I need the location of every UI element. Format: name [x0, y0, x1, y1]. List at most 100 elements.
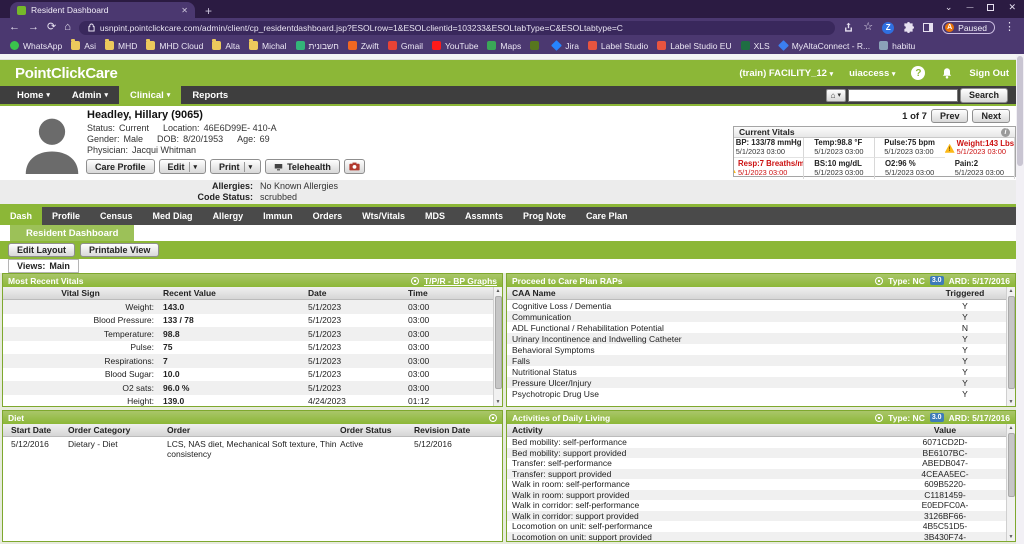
bookmark-item[interactable]: Maps — [487, 41, 521, 51]
browser-tab[interactable]: Resident Dashboard ✕ — [10, 2, 195, 18]
bookmark-item[interactable]: Gmail — [388, 41, 423, 51]
home-icon[interactable]: ⌂ — [64, 22, 71, 33]
address-bar[interactable]: usnpint.pointclickcare.com/admin/client/… — [79, 21, 835, 35]
rap-row: Urinary Incontinence and Indwelling Cath… — [507, 333, 1015, 344]
printable-view-button[interactable]: Printable View — [80, 243, 159, 257]
prev-button[interactable]: Prev — [931, 109, 969, 123]
assessment-type: Type: NC — [888, 276, 925, 286]
photo-capture-button[interactable] — [344, 159, 365, 174]
page-scrollbar[interactable] — [1016, 54, 1024, 544]
browser-menu-icon[interactable]: ⋮ — [1004, 22, 1015, 33]
clinical-tab[interactable]: MDS — [415, 207, 455, 225]
adl-row: Walk in room: support provided C1181459- — [507, 490, 1015, 501]
bookmark-item[interactable]: YouTube — [432, 41, 478, 51]
facility-selector[interactable]: (train) FACILITY_12 ▾ — [739, 68, 833, 79]
bookmark-item[interactable]: Label Studio EU — [657, 41, 731, 51]
telehealth-button[interactable]: Telehealth — [265, 159, 340, 174]
info-icon[interactable]: i — [1001, 128, 1010, 137]
bookmark-item[interactable]: Zwift — [348, 41, 379, 51]
bookmark-item[interactable]: Michal — [249, 41, 287, 51]
forward-icon[interactable]: → — [28, 22, 39, 33]
scroll-thumb — [495, 296, 502, 389]
bookmark-item[interactable]: MyAltaConnect - R... — [779, 41, 870, 51]
bookmark-item[interactable] — [530, 41, 543, 50]
bookmark-star-icon[interactable]: ☆ — [863, 22, 873, 33]
page-scroll-thumb[interactable] — [1017, 56, 1023, 166]
extension-z-icon[interactable]: Z — [882, 22, 894, 34]
clinical-tab[interactable]: Wts/Vitals — [352, 207, 415, 225]
report-icon[interactable] — [411, 277, 419, 285]
resident-dashboard-tab[interactable]: Resident Dashboard — [10, 225, 134, 241]
clinical-tab[interactable]: Assmnts — [455, 207, 513, 225]
bookmark-label: YouTube — [445, 41, 478, 51]
help-icon[interactable]: ? — [911, 66, 925, 80]
allergies-label: Allergies: — [0, 181, 253, 192]
sign-out-link[interactable]: Sign Out — [969, 68, 1009, 79]
site-favicon-icon — [17, 6, 26, 15]
report-icon[interactable] — [875, 414, 883, 422]
views-selector[interactable]: Views: Main — [8, 259, 79, 273]
main-nav-item[interactable]: Reports▾ — [181, 86, 239, 104]
panel-activities-of-daily-living: Activities of Daily Living Type: NC 3.0 … — [506, 410, 1016, 542]
bookmark-item[interactable]: Asi — [71, 41, 96, 51]
bookmark-item[interactable]: WhatsApp — [10, 41, 62, 51]
print-button[interactable]: Print▾ — [210, 159, 261, 174]
share-icon[interactable] — [843, 22, 854, 33]
reload-icon[interactable]: ⟳ — [47, 22, 56, 33]
report-icon[interactable] — [875, 277, 883, 285]
bookmark-item[interactable]: Alta — [212, 41, 240, 51]
next-button[interactable]: Next — [972, 109, 1010, 123]
search-button[interactable]: Search — [960, 88, 1008, 103]
bookmark-label: Jira — [565, 41, 579, 51]
monitor-icon — [274, 163, 283, 171]
clinical-tab[interactable]: Orders — [303, 207, 353, 225]
window-chevron-icon[interactable]: ⌄ — [945, 2, 953, 13]
clinical-tab[interactable]: Med Diag — [143, 207, 203, 225]
panel-scrollbar[interactable]: ▲ ▼ — [1006, 287, 1015, 406]
bookmark-item[interactable]: XLS — [741, 41, 770, 51]
clinical-tab[interactable]: Allergy — [203, 207, 254, 225]
panel-title: Activities of Daily Living — [512, 413, 610, 423]
window-minimize-button[interactable]: — — [966, 4, 973, 11]
report-icon[interactable] — [489, 414, 497, 422]
window-maximize-button[interactable] — [987, 4, 994, 11]
back-icon[interactable]: ← — [9, 22, 20, 33]
bookmark-item[interactable]: MHD — [105, 41, 137, 51]
bookmark-item[interactable]: MHD Cloud — [146, 41, 203, 51]
clinical-tab[interactable]: Prog Note — [513, 207, 576, 225]
resident-search-input[interactable] — [848, 89, 958, 102]
user-menu[interactable]: uiaccess ▾ — [849, 68, 895, 79]
bookmark-item[interactable]: Label Studio — [588, 41, 648, 51]
mds-version-badge: 3.0 — [930, 276, 944, 285]
window-close-button[interactable]: ✕ — [1008, 2, 1016, 13]
bookmark-item[interactable]: חשבונית — [296, 41, 339, 51]
panel-scrollbar[interactable]: ▲ ▼ — [1006, 424, 1015, 541]
edit-button[interactable]: Edit▾ — [159, 159, 207, 174]
notifications-bell-icon[interactable] — [941, 67, 953, 80]
main-nav-item[interactable]: Clinical▾ — [119, 86, 181, 104]
bookmark-label: MHD — [118, 41, 137, 51]
profile-paused-button[interactable]: A Paused — [942, 21, 995, 34]
bookmark-item[interactable]: Jira — [552, 41, 579, 51]
care-profile-button[interactable]: Care Profile — [86, 159, 155, 174]
clinical-tab[interactable]: Dash — [0, 207, 42, 225]
clinical-tab[interactable]: Immun — [253, 207, 303, 225]
ard-date: ARD: 5/17/2016 — [949, 276, 1010, 286]
new-tab-button[interactable]: + — [205, 4, 212, 18]
clinical-tab[interactable]: Care Plan — [576, 207, 638, 225]
bookmark-item[interactable]: habitu — [879, 41, 915, 51]
panel-care-plan-raps: Proceed to Care Plan RAPs Type: NC 3.0 A… — [506, 273, 1016, 407]
clinical-tab[interactable]: Census — [90, 207, 143, 225]
main-nav-item[interactable]: Home▾ — [6, 86, 61, 104]
clinical-tab[interactable]: Profile — [42, 207, 90, 225]
search-scope-button[interactable]: ⌂▾ — [826, 89, 846, 102]
extensions-puzzle-icon[interactable] — [903, 22, 914, 33]
scroll-down-icon: ▼ — [1009, 533, 1014, 541]
side-panel-icon[interactable] — [923, 23, 933, 32]
panel-scrollbar[interactable]: ▲ ▼ — [493, 287, 502, 406]
edit-layout-button[interactable]: Edit Layout — [8, 243, 75, 257]
tpr-bp-graphs-link[interactable]: T/P/R - BP Graphs — [424, 276, 497, 286]
main-nav-item[interactable]: Admin▾ — [61, 86, 119, 104]
vital-cell: ! BP: 133/78 mmHg 5/1/2023 03:00 — [734, 138, 804, 158]
tab-close-icon[interactable]: ✕ — [181, 6, 188, 15]
